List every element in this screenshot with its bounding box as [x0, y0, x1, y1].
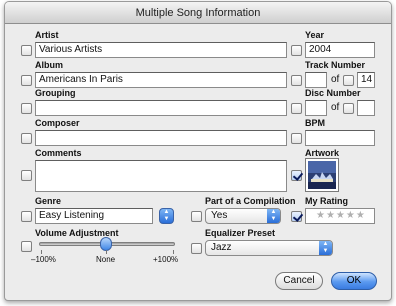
bpm-label: BPM	[305, 118, 325, 128]
popup-arrows-icon: ▲ ▼	[319, 241, 332, 255]
volume-min-label: –100%	[31, 255, 56, 264]
artwork-label: Artwork	[305, 148, 340, 158]
grouping-label: Grouping	[35, 88, 76, 98]
comments-field[interactable]	[35, 160, 287, 192]
compilation-popup[interactable]: Yes ▲ ▼	[205, 208, 281, 224]
window-title: Multiple Song Information	[5, 2, 391, 24]
volume-tick-max	[173, 250, 174, 254]
genre-field[interactable]: Easy Listening	[35, 208, 153, 224]
volume-mid-label: None	[96, 255, 116, 264]
composer-field[interactable]	[35, 130, 287, 146]
year-label: Year	[305, 30, 325, 40]
artwork-checkbox[interactable]	[291, 170, 302, 181]
equalizer-checkbox[interactable]	[191, 243, 202, 254]
album-label: Album	[35, 60, 63, 70]
genre-checkbox[interactable]	[21, 211, 32, 222]
comments-checkbox[interactable]	[21, 170, 32, 181]
volume-checkbox[interactable]	[21, 241, 32, 252]
year-checkbox[interactable]	[291, 45, 302, 56]
artist-field[interactable]: Various Artists	[35, 42, 287, 58]
ok-button[interactable]: OK	[331, 272, 377, 290]
track-of-label: of	[331, 74, 340, 85]
genre-menu-button[interactable]: ▲ ▼	[159, 208, 174, 224]
multiple-song-info-dialog: Multiple Song Information Artist Various…	[4, 1, 392, 301]
track-number-label: Track Number	[305, 60, 366, 70]
disc-count-field[interactable]	[357, 100, 375, 116]
track-number-checkbox[interactable]	[291, 75, 302, 86]
disc-count-checkbox[interactable]	[343, 103, 354, 114]
composer-checkbox[interactable]	[21, 133, 32, 144]
equalizer-value: Jazz	[211, 242, 232, 253]
disc-number-checkbox[interactable]	[291, 103, 302, 114]
equalizer-preset-label: Equalizer Preset	[205, 228, 276, 238]
genre-label: Genre	[35, 196, 62, 206]
track-count-field[interactable]: 14	[357, 72, 375, 88]
grouping-field[interactable]	[35, 100, 287, 116]
grouping-checkbox[interactable]	[21, 103, 32, 114]
my-rating-stars[interactable]: ★★★★★	[305, 208, 375, 224]
bpm-field[interactable]	[305, 130, 375, 146]
compilation-value: Yes	[211, 210, 228, 221]
equalizer-popup[interactable]: Jazz ▲ ▼	[205, 240, 333, 256]
popup-arrows-icon: ▲ ▼	[267, 209, 280, 223]
volume-max-label: +100%	[153, 255, 179, 264]
my-rating-label: My Rating	[305, 196, 349, 206]
compilation-checkbox[interactable]	[191, 211, 202, 222]
my-rating-checkbox[interactable]	[291, 211, 302, 222]
album-artwork-image	[308, 161, 336, 189]
album-checkbox[interactable]	[21, 75, 32, 86]
compilation-label: Part of a Compilation	[205, 196, 296, 206]
artist-checkbox[interactable]	[21, 45, 32, 56]
volume-slider-thumb[interactable]	[100, 237, 112, 251]
track-count-checkbox[interactable]	[343, 75, 354, 86]
composer-label: Composer	[35, 118, 80, 128]
disc-number-label: Disc Number	[305, 88, 361, 98]
disc-of-label: of	[331, 102, 340, 113]
artwork-well[interactable]	[305, 158, 339, 192]
bpm-checkbox[interactable]	[291, 133, 302, 144]
album-field[interactable]: Americans In Paris	[35, 72, 287, 88]
volume-tick-mid	[106, 250, 107, 254]
disc-number-field[interactable]	[305, 100, 327, 116]
volume-tick-min	[41, 250, 42, 254]
year-field[interactable]: 2004	[305, 42, 375, 58]
artist-label: Artist	[35, 30, 59, 40]
cancel-button[interactable]: Cancel	[275, 272, 323, 290]
comments-label: Comments	[35, 148, 82, 158]
track-number-field[interactable]	[305, 72, 327, 88]
